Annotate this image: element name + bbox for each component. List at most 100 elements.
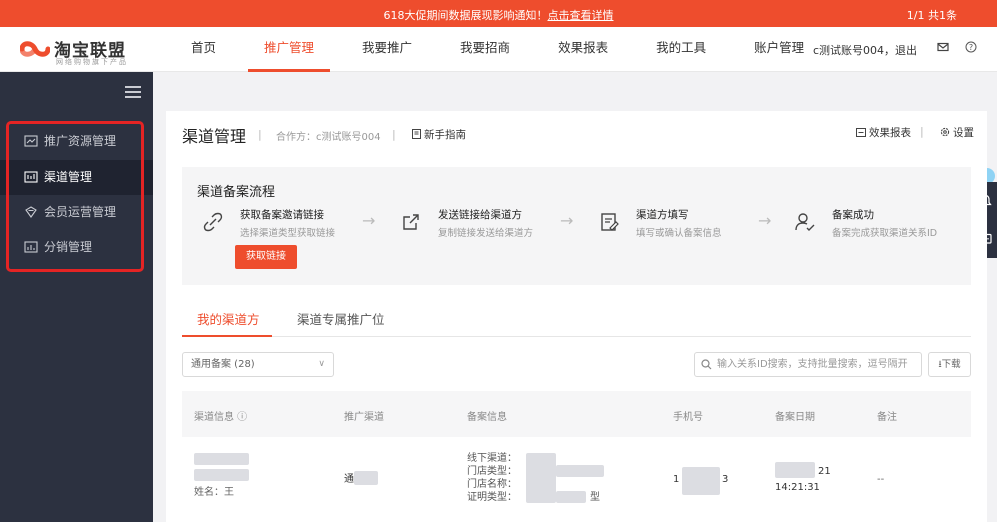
notice-bar: 618大促期间数据展现影响通知！点击查看详情 1/1 共1条: [0, 0, 997, 27]
step-title: 渠道方填写: [636, 209, 689, 221]
date-end: 21: [818, 466, 831, 477]
guide-link[interactable]: 新手指南: [412, 127, 466, 142]
tab-my-channels[interactable]: 我的渠道方: [197, 309, 260, 328]
step-title: 获取备案邀请链接: [240, 209, 324, 221]
nav-item-home[interactable]: 首页: [175, 27, 232, 72]
nav-item-reports[interactable]: 效果报表: [542, 27, 624, 72]
step-desc: 备案完成获取渠道关系ID: [832, 228, 938, 239]
filing-flow: 渠道备案流程 获取备案邀请链接 选择渠道类型获取链接 → 发送链接给渠道方 复制…: [182, 167, 971, 285]
step-desc: 填写或确认备案信息: [636, 228, 722, 239]
step-desc: 选择渠道类型获取链接: [240, 228, 336, 239]
svg-text:?: ?: [969, 43, 973, 52]
share-icon: [403, 214, 419, 230]
sidebar: 推广资源管理 渠道管理 会员运营管理 分销管理: [0, 72, 153, 522]
notice-message: 618大促期间数据展现影响通知！点击查看详情: [0, 7, 997, 23]
redacted-block: [194, 453, 249, 465]
tab-channel-adzone[interactable]: 渠道专属推广位: [297, 309, 385, 328]
resource-icon: [24, 135, 38, 147]
sidebar-item-label: 渠道管理: [44, 170, 93, 184]
flow-step: 发送链接给渠道方 复制链接发送给渠道方: [400, 207, 580, 247]
report-label: 效果报表: [869, 127, 911, 139]
record-time: 14:21:31: [775, 482, 820, 493]
sidebar-item-resource[interactable]: 推广资源管理: [0, 124, 153, 159]
download-label: 下载: [941, 359, 961, 370]
redacted-block: [354, 471, 378, 485]
logo[interactable]: 淘宝联盟 网络购物旗下产品: [20, 35, 140, 66]
sidebar-item-label: 分销管理: [44, 240, 93, 254]
link-icon: [203, 212, 223, 232]
flow-arrow-icon: →: [560, 211, 574, 230]
flow-arrow-icon: →: [362, 211, 376, 230]
channel-icon: [24, 171, 38, 183]
redacted-block: [556, 465, 604, 477]
mail-icon[interactable]: [935, 41, 951, 57]
notice-detail-link[interactable]: 点击查看详情: [548, 9, 614, 22]
nav-item-account[interactable]: 账户管理: [738, 27, 820, 72]
account-logout[interactable]: c测试账号004，退出: [813, 42, 917, 58]
header-divider: |: [920, 125, 924, 138]
step-title: 备案成功: [832, 209, 874, 221]
column-header: 手机号: [673, 412, 703, 423]
redacted-block: [682, 467, 720, 495]
record-tail: 型: [590, 492, 600, 503]
record-line: 证明类型：: [467, 492, 517, 503]
tab-bar: 我的渠道方 渠道专属推广位: [182, 297, 971, 337]
record-line: 门店名称：: [467, 479, 517, 490]
flow-arrow-icon: →: [758, 211, 772, 230]
step-title: 发送链接给渠道方: [438, 209, 522, 221]
alliance-logo-icon: [20, 41, 50, 57]
get-link-button[interactable]: 获取链接: [235, 245, 297, 269]
nav-item-merchant-recruit[interactable]: 我要招商: [444, 27, 526, 72]
menu-collapse-icon[interactable]: [125, 86, 141, 98]
page-title: 渠道管理: [182, 127, 247, 146]
settings-label: 设置: [953, 127, 974, 139]
logo-tagline: 网络购物旗下产品: [56, 58, 128, 66]
select-value: 通用备案 (28): [191, 359, 255, 370]
redacted-block: [526, 453, 556, 503]
download-button[interactable]: ⭳下载: [928, 352, 971, 377]
phone-start: 1: [673, 474, 680, 485]
flow-title: 渠道备案流程: [197, 185, 276, 200]
nav-item-tools[interactable]: 我的工具: [640, 27, 722, 72]
channel-info: 姓名：王: [194, 487, 234, 498]
redacted-block: [556, 491, 586, 503]
nav-item-promotion-management[interactable]: 推广管理: [248, 27, 331, 72]
distribution-icon: [24, 241, 38, 253]
book-icon: [412, 129, 421, 139]
main-menu: 首页 推广管理 我要推广 我要招商 效果报表 我的工具 账户管理: [175, 27, 836, 72]
report-icon: [856, 128, 866, 137]
column-header: 备案信息: [467, 412, 507, 423]
note: --: [877, 474, 885, 485]
record-line: 线下渠道：: [467, 453, 517, 464]
filing-type-select[interactable]: 通用备案 (28) ∨: [182, 352, 334, 377]
flow-step: 备案成功 备案完成获取渠道关系ID: [794, 207, 974, 247]
column-header: 渠道信息 ⓘ: [194, 412, 248, 423]
chevron-down-icon: ∨: [318, 359, 325, 369]
nav-item-promote[interactable]: 我要推广: [346, 27, 428, 72]
search-input[interactable]: 输入关系ID搜索，支持批量搜索，逗号隔开: [694, 352, 922, 377]
redacted-block: [775, 462, 815, 478]
sidebar-item-distribution[interactable]: 分销管理: [0, 230, 153, 265]
title-divider: |: [258, 128, 262, 141]
table-header: 渠道信息 ⓘ 推广渠道 备案信息 手机号 备案日期 备注: [182, 391, 971, 437]
redacted-block: [194, 469, 249, 481]
sidebar-item-label: 推广资源管理: [44, 134, 117, 148]
report-link[interactable]: 效果报表: [856, 125, 911, 140]
notice-pager: 1/1 共1条: [906, 9, 957, 22]
search-placeholder: 输入关系ID搜索，支持批量搜索，逗号隔开: [717, 359, 908, 370]
partner-label: 合作方：c测试账号004: [276, 132, 381, 143]
table-row: 姓名：王 通 线下渠道： 门店类型： 门店名称： 证明类型： 型 1 3 21 …: [182, 439, 971, 522]
sidebar-item-member[interactable]: 会员运营管理: [0, 195, 153, 230]
sidebar-item-label: 会员运营管理: [44, 205, 117, 219]
guide-label: 新手指南: [424, 129, 466, 141]
form-icon: [601, 213, 619, 231]
title-divider: |: [392, 128, 396, 141]
gear-icon: [940, 127, 950, 137]
flow-step: 获取备案邀请链接 选择渠道类型获取链接: [202, 207, 382, 247]
top-nav: 淘宝联盟 网络购物旗下产品 首页 推广管理 我要推广 我要招商 效果报表 我的工…: [0, 27, 997, 72]
sidebar-item-channel[interactable]: 渠道管理: [0, 160, 153, 195]
notice-text: 618大促期间数据展现影响通知！: [383, 9, 548, 22]
settings-link[interactable]: 设置: [940, 125, 974, 140]
promo-channel: 通: [344, 474, 354, 485]
help-icon[interactable]: ?: [963, 41, 979, 57]
